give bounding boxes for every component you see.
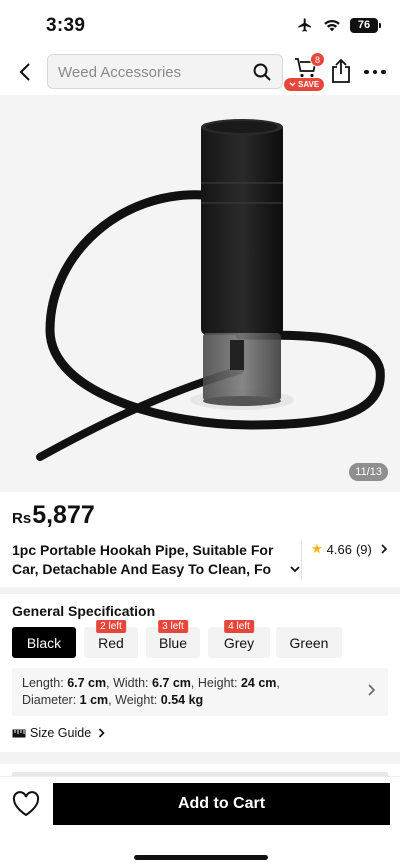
length-label: Length: <box>22 676 64 690</box>
star-icon: ★ <box>311 541 323 556</box>
back-icon <box>19 63 30 81</box>
height-value: 24 cm <box>240 676 277 690</box>
status-bar: 3:39 76 <box>0 0 400 52</box>
height-label: Height: <box>197 676 238 690</box>
color-option-red[interactable]: 2 left Red <box>84 620 138 658</box>
stock-badge: 2 left <box>96 620 126 633</box>
status-icons: 76 <box>296 17 381 33</box>
stock-badge: 4 left <box>224 620 254 633</box>
heart-icon[interactable] <box>11 790 41 818</box>
rating-value: 4.66 <box>326 541 352 557</box>
add-to-cart-button[interactable]: Add to Cart <box>53 783 390 825</box>
price-currency: Rs <box>12 510 32 527</box>
diameter-label: Diameter: <box>22 693 77 707</box>
weight-label: Weight: <box>115 693 158 707</box>
chevron-right-icon <box>99 728 105 738</box>
wifi-icon <box>324 19 340 32</box>
color-options: Black 2 left Red 3 left Blue 4 left Grey… <box>12 620 392 659</box>
section-divider <box>0 752 400 764</box>
product-title[interactable]: 1pc Portable Hookah Pipe, Suitable For C… <box>12 541 300 579</box>
search-input[interactable]: Weed Accessories <box>47 54 283 89</box>
dimensions-line-1: Length: 6.7 cm, Width: 6.7 cm, Height: 2… <box>22 676 280 690</box>
length-value: 6.7 cm <box>67 676 107 690</box>
home-indicator <box>134 855 268 860</box>
price-value: 5,877 <box>32 501 95 529</box>
top-nav: Weed Accessories 8 SAVE <box>0 52 400 92</box>
share-button[interactable] <box>330 58 354 86</box>
product-image[interactable]: 11/13 <box>0 95 400 492</box>
section-divider <box>0 587 400 594</box>
chevron-down-icon[interactable] <box>290 565 300 573</box>
chevron-right-icon <box>381 544 387 554</box>
hookah-product-illustration <box>36 119 385 461</box>
color-option-black[interactable]: Black <box>12 627 76 658</box>
color-option-blue[interactable]: 3 left Blue <box>146 620 200 658</box>
search-icon[interactable] <box>252 62 272 82</box>
diameter-value: 1 cm <box>79 693 109 707</box>
dimensions-panel[interactable]: Length: 6.7 cm, Width: 6.7 cm, Height: 2… <box>12 668 388 716</box>
share-icon <box>332 58 350 83</box>
status-time: 3:39 <box>46 15 86 36</box>
width-label: Width: <box>113 676 149 690</box>
weight-value: 0.54 kg <box>160 693 204 707</box>
save-badge: SAVE <box>284 78 325 91</box>
product-title-line-1: 1pc Portable Hookah Pipe, Suitable For <box>12 542 274 558</box>
image-counter: 11/13 <box>349 463 388 481</box>
price: Rs 5,877 <box>12 501 95 530</box>
divider <box>301 541 302 579</box>
cart-button[interactable]: 8 SAVE <box>284 52 330 91</box>
color-label: Grey <box>223 634 255 651</box>
rating[interactable]: ★ 4.66 (9) <box>311 541 388 557</box>
more-icon[interactable] <box>362 62 388 82</box>
airplane-icon <box>298 18 311 32</box>
product-title-line-2: Car, Detachable And Easy To Clean, Fo <box>12 561 272 577</box>
color-option-green[interactable]: Green <box>276 627 342 658</box>
save-label: SAVE <box>298 80 320 89</box>
search-placeholder: Weed Accessories <box>58 64 182 81</box>
color-label: Blue <box>158 634 188 651</box>
size-guide-link[interactable]: Size Guide <box>12 726 105 740</box>
back-button[interactable] <box>12 58 38 86</box>
color-label: Black <box>26 634 62 651</box>
color-label: Red <box>98 634 124 651</box>
bottom-bar: Add to Cart <box>0 776 400 865</box>
cart-count-badge: 8 <box>310 52 325 67</box>
battery-icon: 76 <box>350 17 381 33</box>
width-value: 6.7 cm <box>152 676 191 690</box>
color-option-grey[interactable]: 4 left Grey <box>208 620 270 658</box>
chevron-right-icon <box>368 684 375 696</box>
review-count: (9) <box>355 541 372 557</box>
arrow-down-icon <box>289 82 296 87</box>
color-label: Green <box>289 634 329 651</box>
size-guide-label: Size Guide <box>30 726 92 740</box>
spec-heading: General Specification <box>12 603 156 619</box>
stock-badge: 3 left <box>158 620 188 633</box>
dimensions-line-2: Diameter: 1 cm, Weight: 0.54 kg <box>22 693 204 707</box>
ruler-icon <box>12 729 26 737</box>
